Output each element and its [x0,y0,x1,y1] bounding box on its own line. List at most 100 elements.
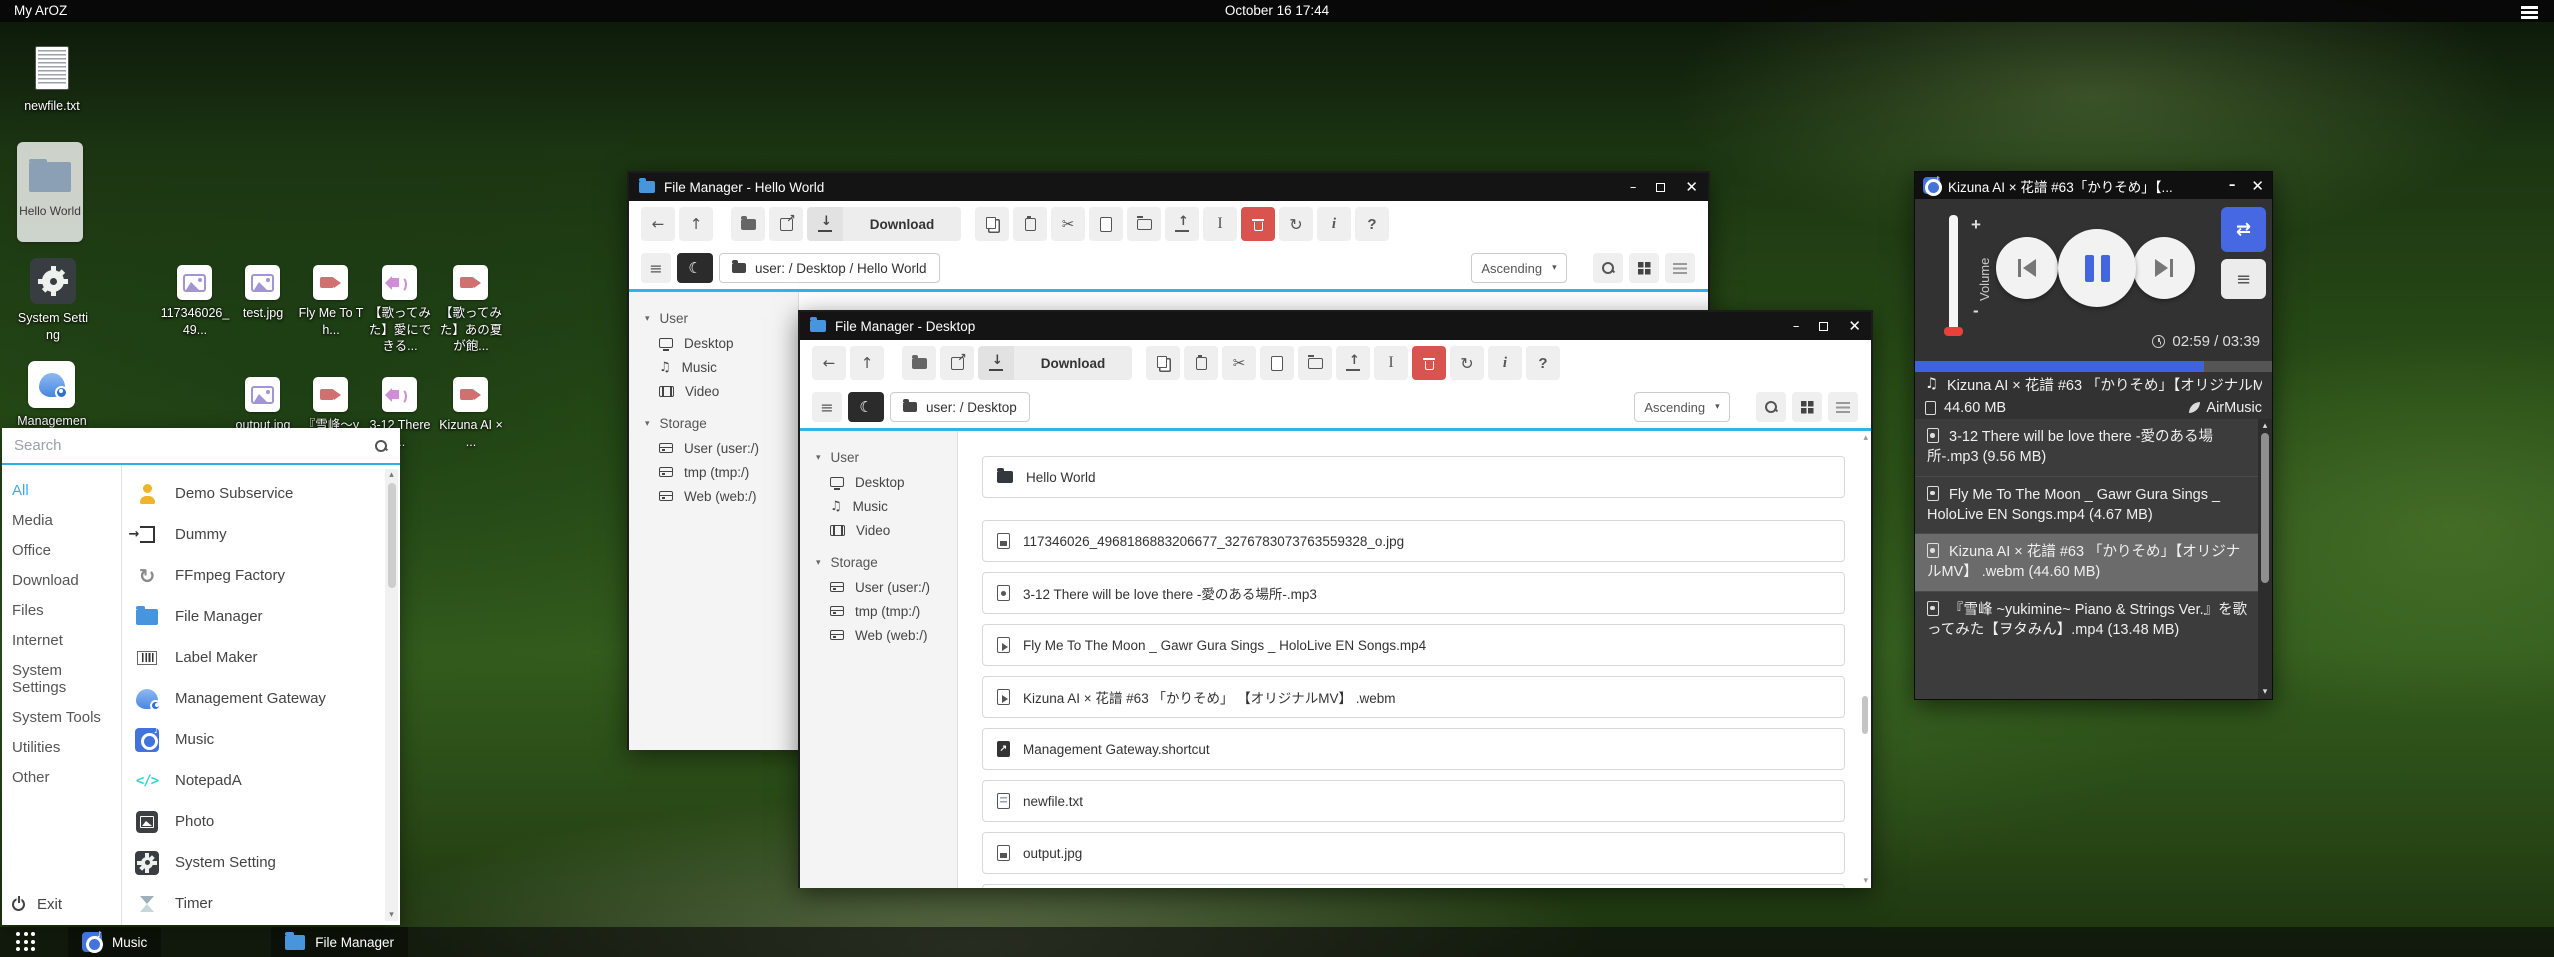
desktop-icon-file[interactable] [313,265,348,300]
maximize-button[interactable] [1819,322,1828,331]
help-button[interactable]: ? [1526,346,1560,380]
category-utilities[interactable]: Utilities [2,732,121,762]
sidebar-item-user-drive[interactable]: User (user:/) [800,575,957,599]
back-button[interactable]: ← [812,346,846,380]
file-row[interactable]: Kizuna AI × 花譜 #63 「かりそめ」 【オリジナルMV】 .web… [982,676,1845,718]
close-button[interactable]: ✕ [1848,317,1861,335]
sort-dropdown[interactable]: Ascending▾ [1634,392,1730,422]
pause-button[interactable] [2058,229,2136,307]
breadcrumb[interactable]: user: / Desktop / Hello World [719,253,940,283]
desktop-icon-newfile[interactable] [35,46,69,90]
playlist-item-selected[interactable]: Kizuna AI × 花譜 #63 「かりそめ」【オリジナルMV】 .webm… [1915,534,2272,592]
category-media[interactable]: Media [2,505,121,535]
sidebar-section-user[interactable]: ▾User [629,306,798,331]
sidebar-item-music[interactable]: ♫Music [800,494,957,518]
cut-button[interactable]: ✂ [1222,346,1256,380]
file-row[interactable]: output.jpg [982,832,1845,874]
paste-button[interactable] [1013,207,1047,241]
grid-view-button[interactable] [1629,253,1659,283]
scrollbar-thumb[interactable] [2261,433,2269,583]
category-office[interactable]: Office [2,535,121,565]
app-item-management-gateway[interactable]: Management Gateway [134,678,380,719]
upload-button[interactable] [1165,207,1199,241]
search-input[interactable] [14,437,374,454]
open-button[interactable] [902,346,936,380]
scroll-up-icon[interactable]: ▴ [385,470,398,480]
playlist-item[interactable]: 3-12 There will be love there -愛のある場所-.m… [1915,419,2272,477]
category-download[interactable]: Download [2,565,121,595]
list-view-button[interactable] [1665,253,1695,283]
sidebar-item-web-drive[interactable]: Web (web:/) [800,623,957,647]
maximize-button[interactable] [1656,183,1665,192]
new-file-button[interactable] [1260,346,1294,380]
desktop-icon-hello-world[interactable]: Hello World [17,142,83,242]
previous-track-button[interactable] [1996,237,2058,299]
sidebar-section-storage[interactable]: ▾Storage [800,550,957,575]
rename-button[interactable]: I [1374,346,1408,380]
taskbar-item-file-manager[interactable]: File Manager [271,927,408,957]
download-button[interactable]: Download [978,346,1132,380]
app-item-file-manager[interactable]: File Manager [134,596,380,637]
scrollbar-thumb[interactable] [388,483,396,588]
delete-button[interactable] [1241,207,1275,241]
help-button[interactable]: ? [1355,207,1389,241]
grid-view-button[interactable] [1792,392,1822,422]
category-files[interactable]: Files [2,595,121,625]
sidebar-item-web-drive[interactable]: Web (web:/) [629,484,798,508]
dark-mode-button[interactable]: ☾ [677,253,713,283]
breadcrumb[interactable]: user: / Desktop [890,392,1030,422]
refresh-button[interactable]: ↻ [1279,207,1313,241]
sidebar-item-desktop[interactable]: Desktop [800,470,957,494]
sidebar-item-music[interactable]: ♫Music [629,355,798,379]
desktop-icon-file[interactable] [245,377,280,412]
close-button[interactable]: ✕ [1685,178,1698,196]
exit-button[interactable]: Exit [12,896,62,913]
delete-button[interactable] [1412,346,1446,380]
app-list-scrollbar[interactable]: ▴ ▾ [385,469,398,921]
playlist-toggle-button[interactable]: ≡ [2221,259,2266,299]
close-button[interactable]: ✕ [2251,177,2264,195]
desktop-icon-file[interactable] [453,265,488,300]
desktop-icon-system-setting[interactable] [30,258,76,304]
sidebar-section-storage[interactable]: ▾Storage [629,411,798,436]
file-row[interactable]: System Setting.shortcut [982,884,1845,888]
desktop-icon-file[interactable] [177,265,212,300]
sidebar-item-tmp-drive[interactable]: tmp (tmp:/) [629,460,798,484]
scroll-down-icon[interactable]: ▾ [385,910,398,920]
sidebar-item-desktop[interactable]: Desktop [629,331,798,355]
desktop-icon-file[interactable] [382,377,417,412]
minimize-button[interactable]: – [1630,180,1637,195]
category-system-settings[interactable]: System Settings [2,655,121,702]
menu-button[interactable]: ≡ [641,253,671,283]
sidebar-item-video[interactable]: Video [629,379,798,403]
app-item-photo[interactable]: Photo [134,801,380,842]
list-view-button[interactable] [1828,392,1858,422]
app-item-dummy[interactable]: Dummy [134,514,380,555]
scroll-down-icon[interactable]: ▾ [1863,876,1868,886]
app-item-demo-subservice[interactable]: Demo Subservice [134,473,380,514]
category-all[interactable]: All [2,475,121,505]
up-button[interactable]: ↑ [679,207,713,241]
refresh-button[interactable]: ↻ [1450,346,1484,380]
sidebar-item-video[interactable]: Video [800,518,957,542]
desktop-icon-file[interactable] [382,265,417,300]
taskbar-item-music[interactable]: Music [68,927,161,957]
rename-button[interactable]: I [1203,207,1237,241]
playlist-scrollbar[interactable]: ▴ ▾ [2258,419,2272,699]
file-list-area[interactable]: Hello World 117346026_4968186883206677_3… [958,431,1871,888]
volume-slider-thumb[interactable] [1944,327,1963,336]
titlebar[interactable]: Kizuna AI × 花譜 #63「かりそめ」【... – ✕ [1915,172,2272,199]
titlebar[interactable]: File Manager - Desktop – ✕ [800,312,1871,340]
file-row[interactable]: 3-12 There will be love there -愛のある場所-.m… [982,572,1845,614]
dark-mode-button[interactable]: ☾ [848,392,884,422]
volume-minus[interactable]: - [1973,301,1979,321]
app-item-music[interactable]: Music [134,719,380,760]
app-item-label-maker[interactable]: Label Maker [134,637,380,678]
up-button[interactable]: ↑ [850,346,884,380]
next-track-button[interactable] [2133,237,2195,299]
scroll-up-icon[interactable]: ▴ [1863,433,1868,443]
app-item-system-setting[interactable]: System Setting [134,842,380,883]
progress-bar[interactable] [1915,361,2272,372]
category-other[interactable]: Other [2,762,121,792]
back-button[interactable]: ← [641,207,675,241]
